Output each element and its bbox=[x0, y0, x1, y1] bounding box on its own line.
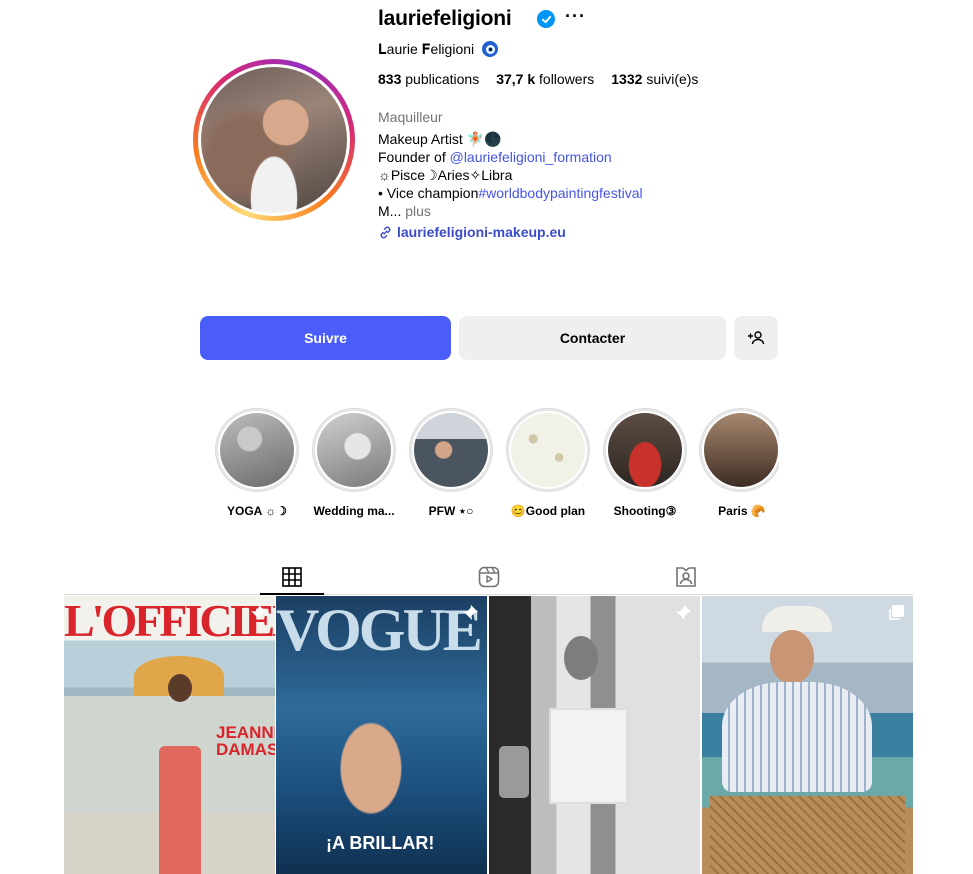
wicker-bag bbox=[710, 796, 905, 874]
profile-avatar[interactable] bbox=[193, 59, 355, 221]
followers-link[interactable]: 37,7 k followers bbox=[496, 71, 594, 87]
pin-icon bbox=[251, 605, 266, 620]
tagged-icon bbox=[676, 567, 696, 587]
post-subtitle: JEANNE DAMAS bbox=[216, 723, 275, 759]
highlight-cover bbox=[704, 413, 778, 487]
bio-category: Maquilleur bbox=[378, 109, 443, 125]
highlight-ring bbox=[603, 408, 687, 492]
highlight-cover bbox=[511, 413, 585, 487]
highlight-label: Wedding ma... bbox=[313, 504, 395, 518]
post-tile[interactable]: VOGUE ¡A BRILLAR! bbox=[276, 596, 487, 874]
highlight-ring bbox=[409, 408, 493, 492]
highlight-ring bbox=[699, 408, 779, 492]
bio-mention-link[interactable]: @lauriefeligioni_formation bbox=[450, 149, 612, 165]
more-options-button[interactable]: ··· bbox=[565, 6, 586, 27]
bio-line-3: ☼Pisce☽Aries✧Libra bbox=[378, 167, 513, 183]
bio-hashtag-link[interactable]: #worldbodypaintingfestival bbox=[478, 185, 642, 201]
posts-count: 833 publications bbox=[378, 71, 480, 87]
highlight-cover bbox=[220, 413, 294, 487]
avatar-border bbox=[198, 64, 350, 216]
tab-reels[interactable] bbox=[457, 560, 521, 594]
highlight-label: 😊Good plan bbox=[510, 504, 586, 518]
striped-shirt bbox=[722, 682, 872, 792]
tabs-divider bbox=[64, 594, 914, 595]
contact-button[interactable]: Contacter bbox=[459, 316, 726, 360]
pin-icon bbox=[463, 605, 478, 620]
model-head bbox=[168, 674, 192, 702]
avatar-photo bbox=[201, 67, 347, 213]
model-head bbox=[564, 636, 598, 680]
highlight-pfw[interactable]: PFW ⋆○ bbox=[408, 408, 494, 518]
highlight-yoga[interactable]: YOGA ☼☽ bbox=[214, 408, 300, 518]
post-tile[interactable] bbox=[702, 596, 913, 874]
post-tile[interactable]: L'OFFICIEL JEANNE DAMAS bbox=[64, 596, 275, 874]
highlight-ring bbox=[215, 408, 299, 492]
highlight-ring bbox=[312, 408, 396, 492]
highlight-label: Paris 🥐 bbox=[718, 504, 766, 518]
following-link[interactable]: 1332 suivi(e)s bbox=[611, 71, 698, 87]
nazar-amulet-icon bbox=[482, 41, 498, 57]
highlight-label: PFW ⋆○ bbox=[428, 504, 474, 518]
model-figure bbox=[159, 746, 201, 874]
highlight-shooting[interactable]: Shooting③ bbox=[602, 408, 688, 518]
highlight-label: YOGA ☼☽ bbox=[227, 504, 287, 518]
phone bbox=[499, 746, 529, 798]
tab-tagged[interactable] bbox=[654, 560, 718, 594]
post-subtitle: ¡A BRILLAR! bbox=[326, 833, 435, 853]
highlight-label: Shooting③ bbox=[613, 504, 677, 518]
highlight-cover bbox=[414, 413, 488, 487]
bio-line-1: Makeup Artist 🧚🏼🌑 bbox=[378, 131, 502, 147]
external-link[interactable]: lauriefeligioni-makeup.eu bbox=[378, 224, 566, 240]
model-head bbox=[770, 630, 814, 684]
highlight-ring bbox=[506, 408, 590, 492]
username[interactable]: lauriefeligioni bbox=[378, 7, 512, 31]
post-title: VOGUE bbox=[276, 600, 483, 660]
highlight-wedding[interactable]: Wedding ma... bbox=[311, 408, 397, 518]
highlight-good-plan[interactable]: 😊Good plan bbox=[505, 408, 591, 518]
full-name: 𝐋aurie 𝐅eligioni bbox=[378, 41, 475, 57]
post-tile[interactable] bbox=[489, 596, 700, 874]
grid-icon bbox=[282, 567, 302, 587]
profile-stats: 833 publications 37,7 k followers 1332 s… bbox=[378, 71, 698, 87]
tab-posts[interactable] bbox=[260, 560, 324, 594]
bio-more-button[interactable]: plus bbox=[405, 203, 431, 219]
follow-button[interactable]: Suivre bbox=[200, 316, 451, 360]
external-link-label: lauriefeligioni-makeup.eu bbox=[397, 224, 566, 240]
highlight-paris[interactable]: Paris 🥐 bbox=[699, 408, 779, 518]
carousel-icon bbox=[889, 605, 904, 620]
person-add-icon bbox=[748, 331, 765, 345]
bio-line-4: • Vice champion#worldbodypaintingfestiva… bbox=[378, 185, 643, 201]
post-title: L'OFFICIEL bbox=[64, 598, 275, 644]
highlight-cover bbox=[317, 413, 391, 487]
suggested-people-button[interactable] bbox=[734, 316, 778, 360]
bio-line-2: Founder of @lauriefeligioni_formation bbox=[378, 149, 612, 165]
link-icon bbox=[380, 226, 391, 238]
pin-icon bbox=[676, 605, 691, 620]
held-artwork bbox=[549, 708, 628, 804]
cap bbox=[762, 606, 832, 632]
bio-line-5: M... plus bbox=[378, 203, 431, 219]
highlight-cover bbox=[608, 413, 682, 487]
verified-badge-icon bbox=[537, 10, 555, 28]
reels-icon bbox=[478, 566, 500, 588]
